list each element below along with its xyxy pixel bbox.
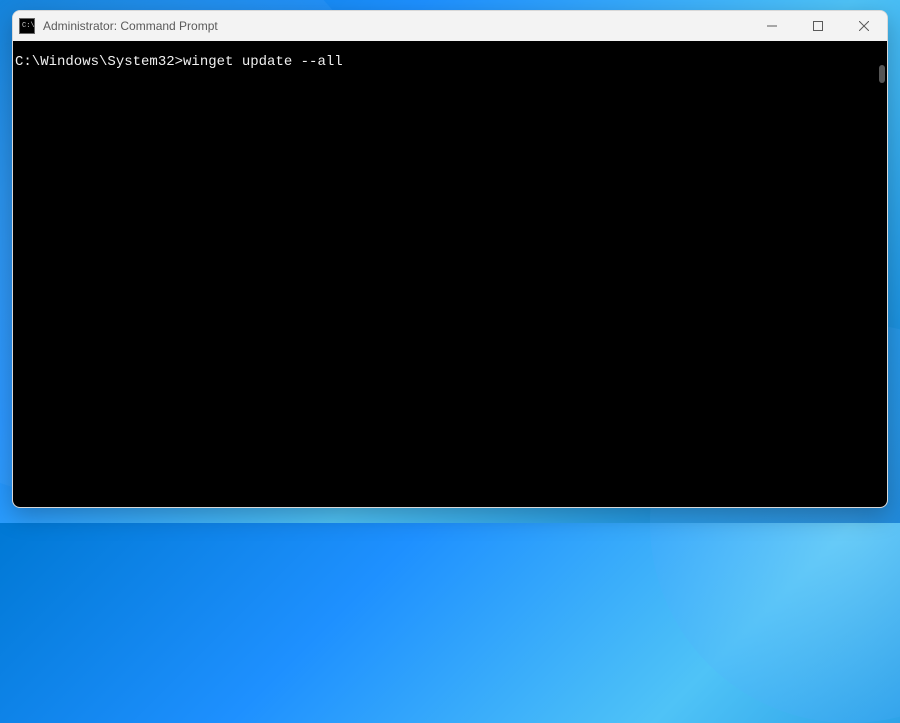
close-icon bbox=[859, 21, 869, 31]
window-title: Administrator: Command Prompt bbox=[43, 19, 218, 33]
scrollbar-thumb[interactable] bbox=[879, 65, 885, 83]
window-controls bbox=[749, 11, 887, 41]
maximize-icon bbox=[813, 21, 823, 31]
terminal-line: C:\Windows\System32>winget update --all bbox=[15, 53, 887, 73]
cmd-icon-label: C:\ bbox=[22, 23, 35, 30]
command-prompt-window: C:\ Administrator: Command Prompt C:\Win… bbox=[12, 10, 888, 508]
minimize-icon bbox=[767, 21, 777, 31]
command-text: winget update --all bbox=[183, 54, 343, 70]
prompt-text: C:\Windows\System32> bbox=[15, 54, 183, 70]
titlebar[interactable]: C:\ Administrator: Command Prompt bbox=[13, 11, 887, 41]
minimize-button[interactable] bbox=[749, 11, 795, 41]
text-cursor bbox=[343, 55, 351, 70]
cmd-icon: C:\ bbox=[19, 18, 35, 34]
terminal-area[interactable]: C:\Windows\System32>winget update --all bbox=[13, 41, 887, 507]
maximize-button[interactable] bbox=[795, 11, 841, 41]
close-button[interactable] bbox=[841, 11, 887, 41]
